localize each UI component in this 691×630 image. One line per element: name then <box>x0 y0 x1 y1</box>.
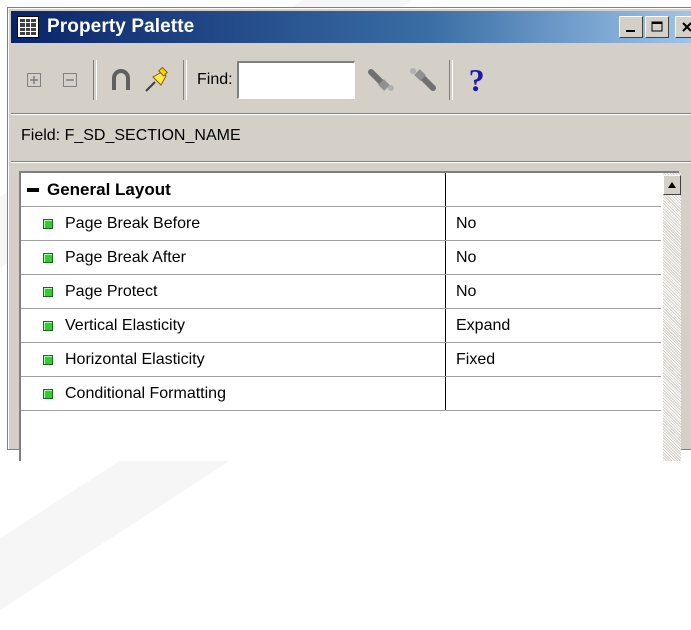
flashlight-icon <box>409 68 436 91</box>
toolbar-separator <box>448 60 453 100</box>
find-previous-button[interactable] <box>365 62 401 98</box>
freeze-button[interactable] <box>141 62 173 98</box>
property-value[interactable]: No <box>446 207 661 240</box>
property-value[interactable]: No <box>446 275 661 308</box>
property-value[interactable]: Fixed <box>446 343 661 376</box>
property-name: Page Break After <box>65 248 186 266</box>
property-name-cell: Page Break Before <box>21 207 446 240</box>
collapse-all-button[interactable] <box>57 62 83 98</box>
property-value[interactable]: Expand <box>446 309 661 342</box>
maximize-icon <box>651 21 663 32</box>
window-controls <box>619 16 691 38</box>
close-icon <box>682 22 691 32</box>
toolbar-separator <box>93 60 97 100</box>
property-name: Page Break Before <box>65 214 201 232</box>
pushpin-icon <box>145 67 168 92</box>
find-label: Find: <box>197 71 233 88</box>
expand-all-button[interactable] <box>21 62 47 98</box>
collapse-icon <box>63 73 77 87</box>
property-bullet-icon <box>43 388 53 399</box>
maximize-button[interactable] <box>645 16 669 38</box>
toolbar: Find: ? <box>11 47 691 113</box>
property-name: Vertical Elasticity <box>65 316 186 334</box>
property-bullet-icon <box>43 218 53 229</box>
union-button[interactable] <box>107 62 135 98</box>
window-title: Property Palette <box>47 16 195 37</box>
close-button[interactable] <box>675 16 691 38</box>
property-name-cell: Conditional Formatting <box>21 377 446 410</box>
property-group-name: General Layout <box>47 179 171 199</box>
property-name-cell: Page Break After <box>21 241 446 274</box>
find-next-button[interactable] <box>403 62 439 98</box>
flashlight-icon <box>367 69 394 91</box>
property-value[interactable]: No <box>446 241 661 274</box>
help-icon: ? <box>468 61 485 98</box>
property-bullet-icon <box>43 354 53 365</box>
collapse-group-icon[interactable] <box>27 187 39 192</box>
minimize-icon <box>626 30 635 32</box>
field-divider <box>11 161 691 163</box>
field-name-label: Field: F_SD_SECTION_NAME <box>21 127 241 144</box>
property-grid: General Layout Page Break Before No Page… <box>19 171 681 461</box>
property-row[interactable]: Page Break Before No <box>21 207 661 241</box>
help-button[interactable]: ? <box>463 62 491 98</box>
property-name: Conditional Formatting <box>65 384 226 402</box>
toolbar-separator <box>183 60 187 100</box>
property-name-cell: Page Protect <box>21 275 446 308</box>
arrow-up-icon <box>668 182 676 188</box>
property-value[interactable] <box>446 377 661 410</box>
property-name: Horizontal Elasticity <box>65 350 205 368</box>
expand-icon <box>27 73 41 87</box>
property-name-cell: Horizontal Elasticity <box>21 343 446 376</box>
property-row[interactable]: Page Break After No <box>21 241 661 275</box>
property-bullet-icon <box>43 320 53 331</box>
property-bullet-icon <box>43 286 53 297</box>
title-bar[interactable]: Property Palette <box>11 11 691 43</box>
property-group-value <box>446 173 661 206</box>
property-name-cell: Vertical Elasticity <box>21 309 446 342</box>
toolbar-divider <box>11 113 691 115</box>
find-input[interactable] <box>236 61 355 99</box>
property-group-row[interactable]: General Layout <box>21 173 661 207</box>
property-palette-window: Property Palette Find: ? Field: F_SD_SEC… <box>8 8 691 461</box>
property-name: Page Protect <box>65 282 158 300</box>
union-icon <box>112 69 130 90</box>
property-row[interactable]: Conditional Formatting <box>21 377 661 411</box>
property-group-name-cell: General Layout <box>21 173 446 206</box>
property-row[interactable]: Horizontal Elasticity Fixed <box>21 343 661 377</box>
scroll-up-button[interactable] <box>663 175 681 195</box>
minimize-button[interactable] <box>619 16 643 38</box>
vertical-scrollbar[interactable] <box>663 173 681 461</box>
property-row[interactable]: Page Protect No <box>21 275 661 309</box>
property-row[interactable]: Vertical Elasticity Expand <box>21 309 661 343</box>
property-bullet-icon <box>43 252 53 263</box>
property-palette-app-icon <box>17 16 39 38</box>
